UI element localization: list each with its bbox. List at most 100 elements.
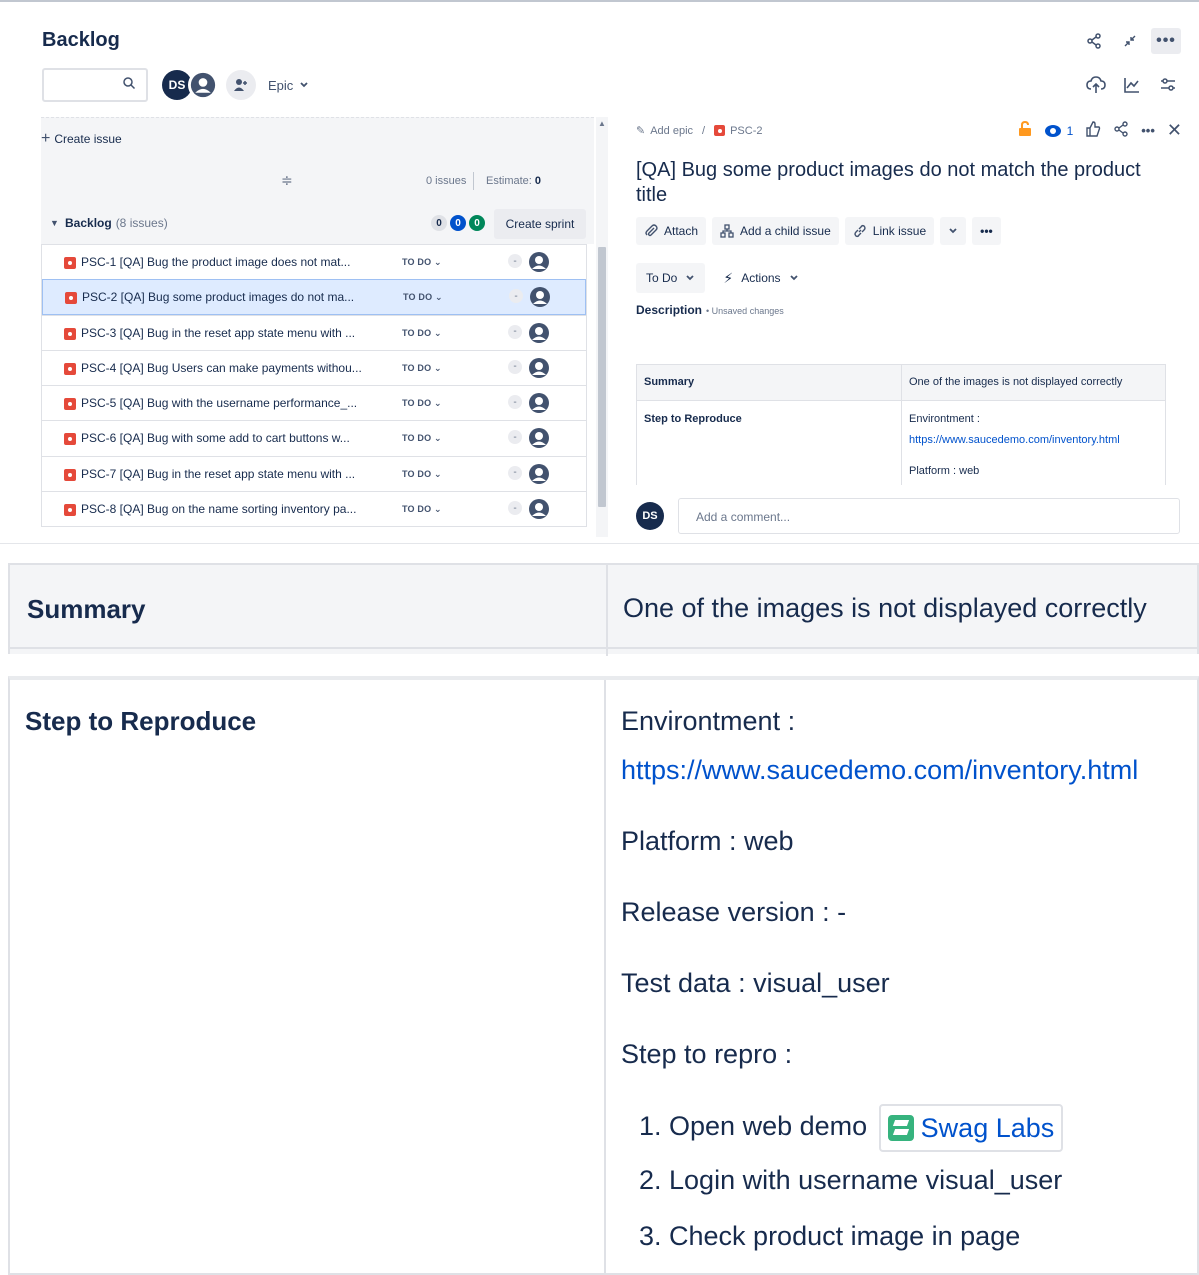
steps-list: 1. Open web demo Swag Labs 2. Login with… [639,1104,1138,1272]
swag-labs-link[interactable]: Swag Labs [878,1104,1064,1152]
status-dropdown[interactable]: TO DO ⌄ [402,328,442,339]
scrollbar-thumb[interactable] [598,247,606,507]
status-dropdown[interactable]: TO DO ⌄ [402,398,442,409]
estimate-badge[interactable]: - [508,324,522,339]
comment-input[interactable]: Add a comment... [678,498,1180,534]
more-icon[interactable]: ••• [1141,123,1155,138]
estimate-badge[interactable]: - [508,465,522,480]
assignee-avatar-icon[interactable] [528,322,550,349]
add-people-icon[interactable] [226,70,256,100]
assignee-avatar-icon[interactable] [528,427,550,454]
issue-row[interactable]: PSC-1 [QA] Bug the product image does no… [42,244,586,280]
view-settings-icon[interactable] [1155,72,1181,98]
estimate-badge[interactable]: - [508,254,522,268]
estimate-badge[interactable]: - [508,430,522,445]
scroll-up-icon[interactable]: ▲ [598,119,606,128]
env-url-link[interactable]: https://www.saucedemo.com/inventory.html [909,434,1120,446]
issue-list: PSC-1 [QA] Bug the product image does no… [41,244,587,528]
collapse-caret-icon[interactable]: ▼ [50,218,59,228]
add-child-issue-button[interactable]: Add a child issue [712,217,839,245]
drag-sort-icon[interactable]: ≑ [281,172,293,189]
issue-title: PSC-7 [QA] Bug in the reset app state me… [81,466,356,481]
steps-row: Step to Reproduce Environtment : https:/… [637,401,1165,485]
watch-button[interactable]: 1 [1044,124,1073,138]
issue-row[interactable]: PSC-7 [QA] Bug in the reset app state me… [42,455,586,492]
issue-row[interactable]: PSC-8 [QA] Bug on the name sorting inven… [42,491,586,527]
issue-title: PSC-4 [QA] Bug Users can make payments w… [81,360,362,375]
actions-label: Actions [741,271,781,285]
upload-icon[interactable] [1083,72,1109,98]
assignee-avatar-icon[interactable] [528,498,550,525]
close-icon[interactable]: ✕ [1167,120,1182,141]
description-heading: Description • Unsaved changes [636,303,784,317]
insights-chart-icon[interactable] [1119,72,1145,98]
backlog-label[interactable]: Backlog (8 issues) [65,216,168,230]
issue-summary-title[interactable]: [QA] Bug some product images do not matc… [636,158,1156,208]
thumbs-up-icon[interactable] [1085,121,1101,140]
status-label: TO DO [402,398,432,409]
plus-icon: + [41,130,51,147]
create-sprint-button[interactable]: Create sprint [494,209,586,239]
inprogress-points-badge: 0 [450,215,466,231]
issue-row-selected[interactable]: PSC-2 [QA] Bug some product images do no… [42,279,586,315]
attach-button[interactable]: Attach [636,217,707,245]
assignee-avatar-icon[interactable] [528,463,550,490]
issue-title: PSC-5 [QA] Bug with the username perform… [81,396,358,411]
bug-icon [64,398,76,411]
status-dropdown[interactable]: TO DO ⌄ [402,257,442,268]
issue-title: PSC-2 [QA] Bug some product images do no… [82,290,355,305]
eye-icon [1044,124,1061,137]
estimate-badge[interactable]: - [508,395,522,410]
add-epic-link[interactable]: Add epic [650,125,693,137]
estimate-badge[interactable]: - [509,289,523,304]
backlog-scrollbar[interactable]: ▲ [596,117,608,537]
estimate-badge[interactable]: - [508,501,522,516]
epic-filter[interactable]: Epic [268,78,309,93]
link-issue-button[interactable]: Link issue [844,217,935,245]
assignee-avatar-icon[interactable] [528,392,550,419]
assignee-avatar-icon[interactable] [528,357,550,384]
bug-icon [65,292,77,305]
link-dropdown-button[interactable] [940,217,967,245]
issue-row[interactable]: PSC-5 [QA] Bug with the username perform… [42,385,586,421]
bug-icon [714,125,726,136]
share-icon[interactable] [1113,121,1129,140]
issue-row[interactable]: PSC-4 [QA] Bug Users can make payments w… [42,349,586,386]
more-actions-button[interactable]: ••• [972,217,1001,245]
actions-button[interactable]: ⚡ Actions [713,263,808,293]
status-button[interactable]: To Do [636,263,706,293]
status-dropdown[interactable]: TO DO ⌄ [402,433,442,444]
issue-row[interactable]: PSC-3 [QA] Bug in the reset app state me… [42,314,586,350]
summary-label: Summary [637,365,902,400]
chevron-down-icon [949,228,957,234]
bug-icon [64,362,76,375]
env-label: Environtment : [909,413,980,425]
share-icon[interactable] [1079,28,1109,54]
create-issue-button[interactable]: + Create issue [41,117,594,160]
status-dropdown[interactable]: TO DO ⌄ [402,504,442,515]
search-input[interactable] [42,68,148,102]
issue-key-link[interactable]: PSC-2 [730,125,762,137]
zoom-test-data: Test data : visual_user [621,968,890,998]
assignee-avatar-icon[interactable] [528,251,550,278]
status-dropdown[interactable]: TO DO ⌄ [402,363,442,374]
zoom-env-url-link[interactable]: https://www.saucedemo.com/inventory.html [621,753,1138,824]
status-dropdown[interactable]: TO DO ⌄ [403,292,443,303]
estimate-value: 0 [534,175,542,187]
status-dropdown[interactable]: TO DO ⌄ [402,469,442,480]
estimate-badge[interactable]: - [508,359,522,374]
avatar-unassigned[interactable] [188,70,218,100]
description-table[interactable]: Summary One of the images is not display… [636,364,1166,485]
estimate-bar: ≑ 0 issues Estimate: 0 [41,160,594,204]
step-text: 1. Open web demo [639,1111,868,1142]
search-field[interactable] [50,70,120,98]
more-icon[interactable]: ••• [1151,28,1181,54]
issue-row[interactable]: PSC-6 [QA] Bug with some add to cart but… [42,420,586,456]
lock-icon[interactable] [1018,120,1032,140]
assignee-avatar-icon[interactable] [529,286,551,313]
backlog-header: ▼ Backlog (8 issues) 0 0 0 Create sprint [41,204,594,244]
collapse-icon[interactable] [1115,28,1145,54]
pencil-icon: ✎ [636,125,646,137]
status-label: TO DO [402,468,432,479]
zoom-step-repro: Step to repro : [621,1039,793,1069]
